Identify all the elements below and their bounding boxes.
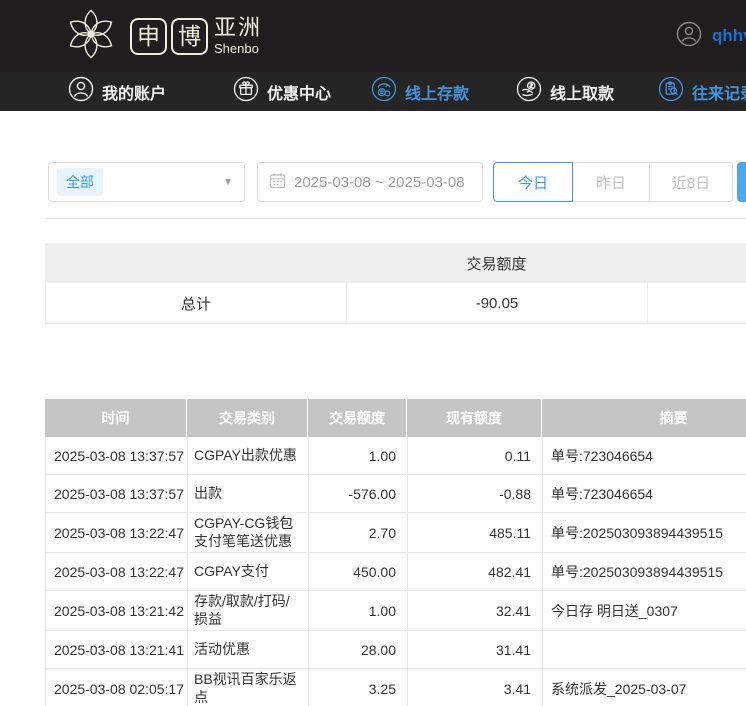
nav-label: 线上存款	[405, 85, 470, 103]
table-row: 2025-03-08 13:22:47 CGPAY支付 450.00 482.4…	[45, 553, 746, 591]
nav-item-promo-center[interactable]: 优惠中心	[233, 72, 331, 111]
summary-header-row: 交易额度	[45, 243, 746, 283]
cell-balance: -0.88	[407, 475, 542, 512]
cell-time: 2025-03-08 13:37:57	[45, 437, 187, 474]
cell-time: 2025-03-08 13:37:57	[45, 475, 187, 512]
table-row: 2025-03-08 13:21:41 活动优惠 28.00 31.41	[45, 631, 746, 669]
cell-balance: 0.11	[407, 437, 542, 474]
main-nav: 我的账户 优惠中心 线上存款 线上取款 往来记	[0, 72, 746, 111]
selected-category-tag: 全部	[57, 168, 103, 196]
nav-label: 优惠中心	[267, 85, 332, 103]
table-row: 2025-03-08 13:22:47 CGPAY-CG钱包支付笔笔送优惠 2.…	[45, 513, 746, 553]
logo-region-text: 亚洲	[214, 15, 263, 40]
summary-header-amount: 交易额度	[466, 255, 527, 273]
nav-item-online-withdraw[interactable]: 线上取款	[516, 72, 614, 111]
cell-note: 今日存 明日送_0307	[542, 591, 746, 630]
col-header-type: 交易类别	[187, 399, 308, 437]
nav-item-online-deposit[interactable]: 线上存款	[371, 72, 469, 111]
summary-total-label: 总计	[45, 283, 346, 323]
cell-note: 系统派发_2025-03-07	[542, 669, 746, 706]
cell-amount: 28.00	[308, 631, 407, 668]
logo-char-box-2: 博	[171, 17, 208, 55]
cell-amount: 1.00	[308, 437, 407, 474]
calendar-icon	[269, 172, 286, 193]
cell-balance: 32.41	[407, 591, 542, 630]
gift-icon	[233, 76, 259, 107]
table-row: 2025-03-08 13:21:42 存款/取款/打码/损益 1.00 32.…	[45, 591, 746, 631]
logo-char-box-1: 申	[130, 17, 167, 55]
withdraw-icon	[516, 76, 542, 107]
search-button[interactable]	[737, 162, 746, 202]
date-range-value: 2025-03-08 ~ 2025-03-08	[294, 173, 465, 191]
top-header: 申 博 亚洲 Shenbo qhhv	[0, 0, 746, 72]
cell-type: 活动优惠	[187, 631, 308, 668]
nav-label: 我的账户	[102, 85, 167, 103]
user-circle-icon	[676, 21, 702, 52]
cell-time: 2025-03-08 13:21:42	[45, 591, 187, 630]
today-button[interactable]: 今日	[493, 162, 573, 202]
user-area: qhhv	[676, 0, 746, 72]
cell-type: CGPAY支付	[187, 553, 308, 590]
cell-note: 单号:202503093894439515	[542, 553, 746, 590]
brand-logo[interactable]: 申 博 亚洲 Shenbo	[62, 0, 262, 72]
page: 申 博 亚洲 Shenbo qhhv	[0, 0, 746, 706]
flower-icon	[62, 6, 120, 67]
table-row: 2025-03-08 13:37:57 CGPAY出款优惠 1.00 0.11 …	[45, 437, 746, 475]
cell-amount: 450.00	[308, 553, 407, 590]
cell-balance: 3.41	[407, 669, 542, 706]
cell-note: 单号:723046654	[542, 437, 746, 474]
table-row: 2025-03-08 02:05:17 BB视讯百家乐返点 3.25 3.41 …	[45, 669, 746, 706]
cell-note: 单号:723046654	[542, 475, 746, 512]
cell-type: BB视讯百家乐返点	[187, 669, 308, 706]
yesterday-button[interactable]: 昨日	[572, 162, 650, 202]
cell-note	[542, 631, 746, 668]
quick-date-buttons: 今日 昨日 近8日	[493, 162, 733, 202]
summary-total-row: 总计 -90.05	[45, 283, 746, 324]
nav-label: 往来记录	[692, 85, 746, 103]
table-header-row: 时间 交易类别 交易额度 现有额度 摘要	[45, 399, 746, 437]
cell-type: CGPAY-CG钱包支付笔笔送优惠	[187, 513, 308, 552]
table-body: 2025-03-08 13:37:57 CGPAY出款优惠 1.00 0.11 …	[45, 437, 746, 706]
category-select[interactable]: 全部 ▼	[48, 162, 245, 202]
username-link[interactable]: qhhv	[712, 26, 746, 46]
cell-time: 2025-03-08 02:05:17	[45, 669, 187, 706]
deposit-icon	[371, 76, 397, 107]
account-icon	[68, 76, 94, 107]
col-header-note: 摘要	[659, 410, 688, 426]
summary-table: 交易额度 总计 -90.05	[45, 243, 746, 324]
cell-time: 2025-03-08 13:22:47	[45, 513, 187, 552]
cell-amount: 2.70	[308, 513, 407, 552]
cell-balance: 31.41	[407, 631, 542, 668]
nav-item-my-account[interactable]: 我的账户	[68, 72, 166, 111]
table-row: 2025-03-08 13:37:57 出款 -576.00 -0.88 单号:…	[45, 475, 746, 513]
nav-item-transaction-records[interactable]: 往来记录	[658, 72, 746, 111]
cell-balance: 485.11	[407, 513, 542, 552]
nav-label: 线上取款	[550, 85, 615, 103]
cell-type: 出款	[187, 475, 308, 512]
date-range-picker[interactable]: 2025-03-08 ~ 2025-03-08	[257, 162, 483, 202]
cell-amount: 3.25	[308, 669, 407, 706]
cell-note: 单号:202503093894439515	[542, 513, 746, 552]
cell-time: 2025-03-08 13:22:47	[45, 553, 187, 590]
cell-amount: 1.00	[308, 591, 407, 630]
caret-down-icon: ▼	[223, 176, 233, 188]
cell-time: 2025-03-08 13:21:41	[45, 631, 187, 668]
cell-type: CGPAY出款优惠	[187, 437, 308, 474]
cell-amount: -576.00	[308, 475, 407, 512]
logo-sub-text: Shenbo	[214, 41, 259, 56]
col-header-time: 时间	[45, 399, 187, 437]
col-header-balance: 现有额度	[407, 399, 542, 437]
records-icon	[658, 76, 684, 107]
transactions-table: 时间 交易类别 交易额度 现有额度 摘要 2025-03-08 13:37:57…	[45, 399, 746, 706]
last-8-days-button[interactable]: 近8日	[649, 162, 733, 202]
col-header-amount: 交易额度	[308, 399, 407, 437]
summary-total-value: -90.05	[346, 283, 647, 323]
section-divider	[45, 218, 746, 219]
cell-balance: 482.41	[407, 553, 542, 590]
summary-empty-cell	[647, 283, 746, 323]
cell-type: 存款/取款/打码/损益	[187, 591, 308, 630]
